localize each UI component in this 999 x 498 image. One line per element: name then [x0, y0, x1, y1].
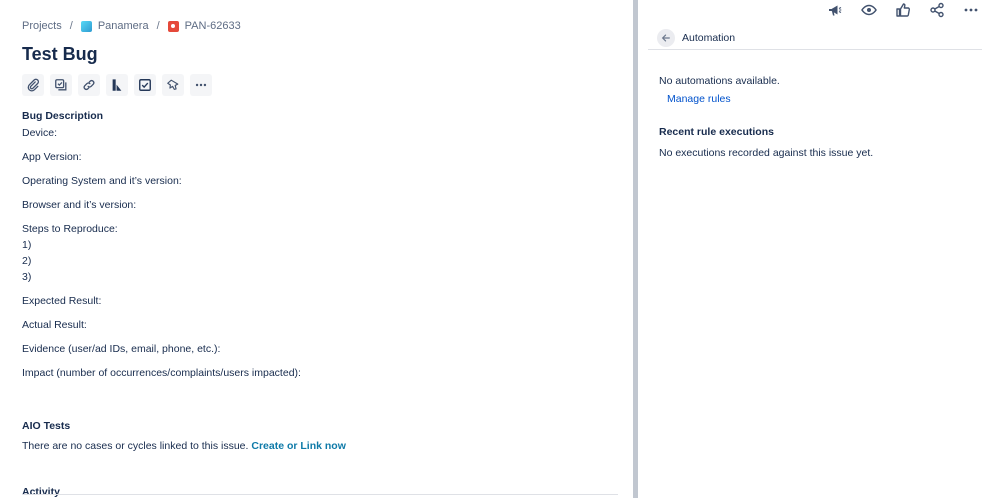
pin-button[interactable] — [162, 74, 184, 96]
description-heading: Bug Description — [22, 110, 104, 122]
description-device: Device: — [22, 127, 58, 139]
activity-heading: Activity — [22, 486, 60, 498]
aio-text: There are no cases or cycles linked to t… — [22, 440, 249, 452]
description-evidence: Evidence (user/ad IDs, email, phone, etc… — [22, 343, 221, 355]
panel-resize-handle[interactable] — [633, 0, 638, 498]
attach-button[interactable] — [22, 74, 44, 96]
link-issue-button[interactable] — [78, 74, 100, 96]
aio-message: There are no cases or cycles linked to t… — [22, 440, 346, 452]
description-steps: Steps to Reproduce: — [22, 223, 118, 235]
link-icon — [83, 80, 95, 90]
description-app-version: App Version: — [22, 151, 82, 163]
back-button[interactable] — [657, 28, 675, 47]
issue-actions — [827, 2, 979, 18]
issue-view: Projects / Panamera / PAN-62633 Test Bug — [0, 0, 632, 498]
description-step-3: 3) — [22, 271, 32, 283]
arrow-left-icon — [661, 34, 670, 41]
megaphone-icon — [829, 5, 842, 16]
aio-heading: AIO Tests — [22, 420, 71, 432]
recent-executions-heading: Recent rule executions — [659, 126, 774, 138]
no-automations-text: No automations available. — [659, 75, 780, 87]
create-or-link-link[interactable]: Create or Link now — [251, 440, 346, 452]
automation-panel: Automation No automations available. Man… — [648, 0, 999, 498]
breadcrumb-separator: / — [156, 20, 160, 32]
description-browser: Browser and it’s version: — [22, 199, 137, 211]
description-os: Operating System and it’s version: — [22, 175, 182, 187]
description-step-2: 2) — [22, 255, 32, 267]
more-icon — [964, 8, 978, 12]
description-actual: Actual Result: — [22, 319, 87, 331]
checklist-button[interactable] — [134, 74, 156, 96]
confluence-icon — [112, 79, 122, 91]
aio-tests-section: AIO Tests There are no cases or cycles l… — [22, 420, 346, 452]
pin-icon — [167, 79, 179, 90]
bug-icon — [167, 20, 179, 32]
breadcrumb-issue[interactable]: PAN-62633 — [167, 20, 241, 32]
vote-button[interactable] — [895, 2, 911, 18]
project-avatar-icon — [80, 20, 92, 32]
more-icon — [195, 83, 207, 87]
more-actions-button[interactable] — [190, 74, 212, 96]
child-issue-icon — [55, 79, 67, 91]
recent-executions-text: No executions recorded against this issu… — [659, 147, 874, 159]
manage-rules-link[interactable]: Manage rules — [667, 93, 731, 105]
eye-icon — [861, 4, 877, 16]
breadcrumb-project[interactable]: Panamera — [80, 20, 149, 32]
more-options-button[interactable] — [963, 2, 979, 18]
issue-toolbar — [22, 74, 212, 96]
watch-button[interactable] — [861, 2, 877, 18]
thumbs-up-icon — [896, 3, 910, 17]
divider — [22, 494, 618, 495]
checklist-icon — [139, 79, 151, 91]
breadcrumb: Projects / Panamera / PAN-62633 — [22, 20, 241, 32]
breadcrumb-project-label: Panamera — [97, 20, 149, 32]
description-step-1: 1) — [22, 239, 32, 251]
description-expected: Expected Result: — [22, 295, 102, 307]
feedback-button[interactable] — [827, 2, 843, 18]
share-button[interactable] — [929, 2, 945, 18]
panel-title: Automation — [682, 31, 736, 44]
breadcrumb-separator: / — [69, 20, 73, 32]
share-icon — [930, 2, 944, 18]
attachment-icon — [27, 78, 39, 92]
panel-header: Automation — [648, 26, 982, 50]
add-child-issue-button[interactable] — [50, 74, 72, 96]
description-impact: Impact (number of occurrences/complaints… — [22, 367, 301, 379]
breadcrumb-issue-key: PAN-62633 — [184, 20, 241, 32]
issue-title[interactable]: Test Bug — [22, 44, 98, 65]
breadcrumb-projects[interactable]: Projects — [22, 20, 62, 32]
issue-description[interactable]: Bug Description Device: App Version: Ope… — [22, 110, 612, 380]
confluence-button[interactable] — [106, 74, 128, 96]
